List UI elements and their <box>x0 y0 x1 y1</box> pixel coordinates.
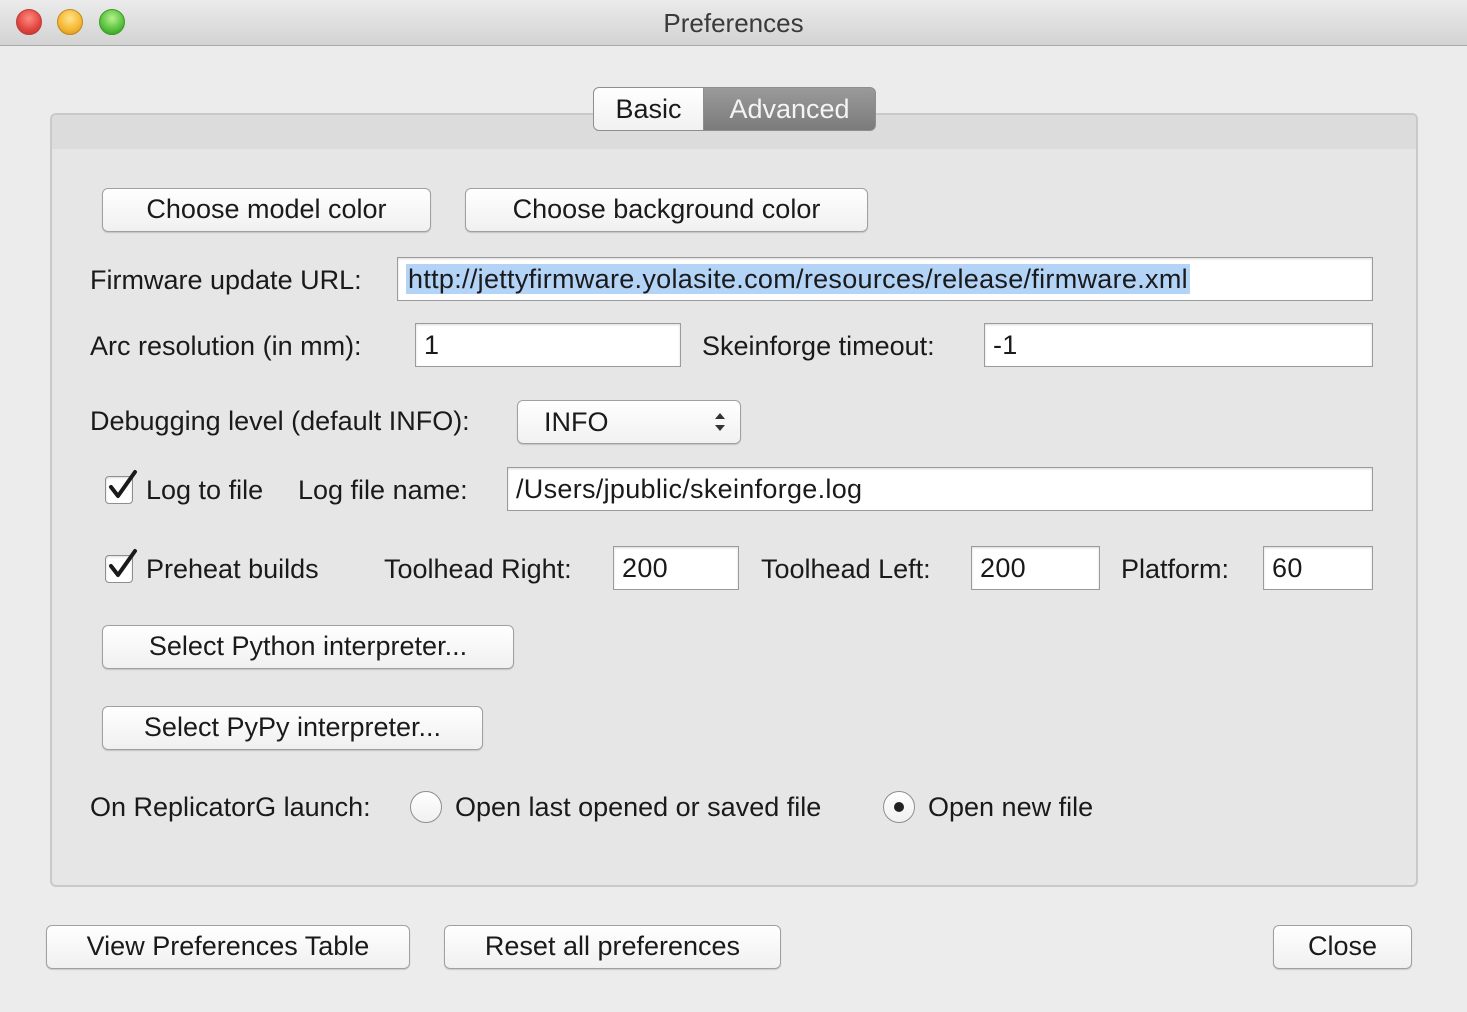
tab-basic[interactable]: Basic <box>593 87 704 131</box>
skeinforge-timeout-field[interactable]: -1 <box>984 323 1373 367</box>
log-file-name-label: Log file name: <box>298 475 468 505</box>
select-pypy-interpreter-button[interactable]: Select PyPy interpreter... <box>102 706 483 750</box>
reset-all-preferences-button[interactable]: Reset all preferences <box>444 925 781 969</box>
checkmark-icon <box>109 470 137 498</box>
choose-model-color-button[interactable]: Choose model color <box>102 188 431 232</box>
select-python-interpreter-button[interactable]: Select Python interpreter... <box>102 625 514 669</box>
platform-field[interactable]: 60 <box>1263 546 1373 590</box>
toolhead-left-field[interactable]: 200 <box>971 546 1100 590</box>
firmware-url-label: Firmware update URL: <box>90 265 362 295</box>
choose-background-color-button[interactable]: Choose background color <box>465 188 868 232</box>
view-preferences-table-button[interactable]: View Preferences Table <box>46 925 410 969</box>
debugging-level-value: INFO <box>544 407 609 437</box>
debugging-level-select[interactable]: INFO <box>517 400 741 444</box>
tab-bar: Basic Advanced <box>593 87 876 131</box>
launch-label: On ReplicatorG launch: <box>90 792 371 822</box>
window-title: Preferences <box>663 8 804 38</box>
platform-label: Platform: <box>1121 554 1230 584</box>
toolhead-right-field[interactable]: 200 <box>613 546 739 590</box>
radio-selected-dot <box>894 802 904 812</box>
log-to-file-label: Log to file <box>146 475 264 505</box>
open-new-file-label: Open new file <box>928 792 1094 822</box>
updown-arrows-icon <box>715 413 725 431</box>
tab-advanced[interactable]: Advanced <box>704 87 876 131</box>
checkmark-icon <box>109 549 137 577</box>
open-last-file-label: Open last opened or saved file <box>455 792 822 822</box>
arc-resolution-label: Arc resolution (in mm): <box>90 331 362 361</box>
arc-resolution-field[interactable]: 1 <box>415 323 681 367</box>
toolhead-left-label: Toolhead Left: <box>761 554 931 584</box>
firmware-url-field[interactable]: http://jettyfirmware.yolasite.com/resour… <box>397 257 1373 301</box>
toolhead-right-label: Toolhead Right: <box>384 554 572 584</box>
skeinforge-timeout-label: Skeinforge timeout: <box>702 331 935 361</box>
firmware-url-value: http://jettyfirmware.yolasite.com/resour… <box>406 264 1190 294</box>
log-to-file-checkbox[interactable] <box>105 470 137 504</box>
radio-open-new-file[interactable] <box>883 791 915 823</box>
close-button[interactable]: Close <box>1273 925 1412 969</box>
radio-open-last-file[interactable] <box>410 791 442 823</box>
log-file-name-field[interactable]: /Users/jpublic/skeinforge.log <box>507 467 1373 511</box>
preheat-builds-checkbox[interactable] <box>105 549 137 583</box>
preheat-builds-label: Preheat builds <box>146 554 319 584</box>
debugging-level-label: Debugging level (default INFO): <box>90 406 470 436</box>
